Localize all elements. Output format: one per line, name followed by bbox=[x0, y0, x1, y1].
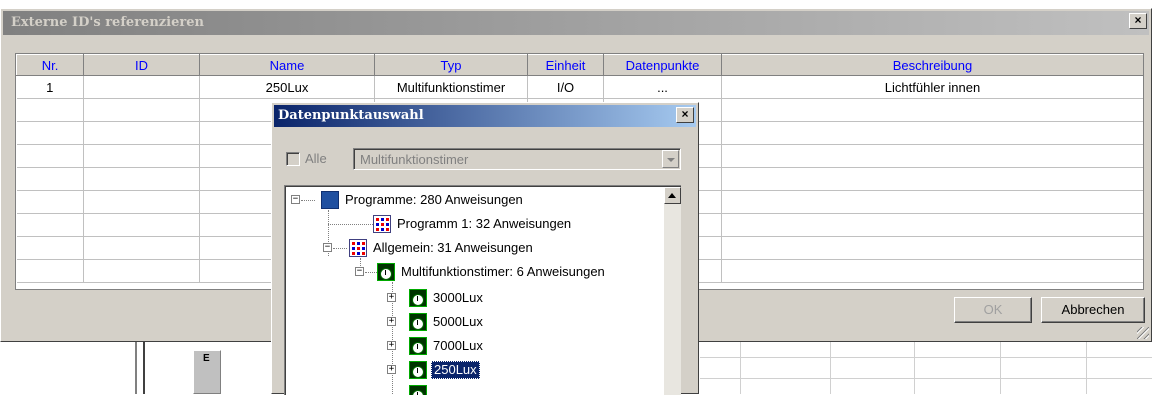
tree-connector bbox=[301, 200, 315, 201]
background-divider bbox=[143, 342, 145, 394]
timer-icon bbox=[377, 263, 395, 281]
resize-grip-icon[interactable] bbox=[1137, 327, 1149, 339]
datapoint-tree[interactable]: − Programme: 280 Anweisungen Programm 1:… bbox=[284, 185, 681, 395]
tree-node-label: Allgemein: 31 Anweisungen bbox=[373, 240, 533, 255]
column-header-einheit[interactable]: Einheit bbox=[527, 54, 604, 76]
type-select[interactable]: Multifunktionstimer bbox=[353, 148, 681, 170]
timer-icon bbox=[409, 313, 427, 331]
popup-close-button[interactable]: × bbox=[676, 107, 694, 123]
dialog-title: Externe ID's referenzieren bbox=[11, 15, 204, 30]
datapoint-selection-dialog: Datenpunktauswahl × Alle Multifunktionst… bbox=[271, 102, 699, 395]
popup-title-bar[interactable]: Datenpunktauswahl bbox=[274, 105, 696, 127]
tree-node-label: 5000Lux bbox=[433, 314, 483, 329]
timer-icon bbox=[409, 289, 427, 307]
timer-icon bbox=[409, 361, 427, 379]
close-icon: × bbox=[681, 107, 689, 121]
dialog-title-bar[interactable]: Externe ID's referenzieren bbox=[3, 11, 1149, 35]
timer-icon bbox=[409, 337, 427, 355]
column-header-name[interactable]: Name bbox=[199, 54, 375, 76]
tree-node-label: 250Lux bbox=[431, 361, 480, 379]
column-header-nr[interactable]: Nr. bbox=[16, 54, 84, 76]
column-header-id[interactable]: ID bbox=[83, 54, 200, 76]
chevron-down-icon[interactable] bbox=[662, 150, 679, 168]
background-grid-line bbox=[1086, 342, 1087, 394]
scroll-up-icon[interactable] bbox=[664, 187, 681, 204]
programs-icon bbox=[321, 191, 339, 209]
cell-typ[interactable]: Multifunktionstimer bbox=[374, 75, 528, 99]
tree-connector bbox=[365, 272, 377, 273]
collapse-icon[interactable]: − bbox=[355, 267, 364, 276]
ok-button[interactable]: OK bbox=[954, 297, 1032, 323]
close-button[interactable]: × bbox=[1129, 13, 1147, 29]
table-header-row: Nr. ID Name Typ Einheit Datenpunkte Besc… bbox=[16, 54, 1143, 76]
expand-icon[interactable]: + bbox=[387, 317, 396, 326]
popup-title: Datenpunktauswahl bbox=[278, 108, 424, 123]
background-grid-line bbox=[740, 342, 741, 394]
background-grid-line bbox=[830, 342, 831, 394]
expand-icon[interactable]: + bbox=[387, 341, 396, 350]
collapse-icon[interactable]: − bbox=[291, 195, 300, 204]
background-grid-line bbox=[914, 342, 915, 394]
program-icon bbox=[373, 215, 391, 233]
type-select-value: Multifunktionstimer bbox=[360, 152, 469, 167]
tree-node-label: Multifunktionstimer: 6 Anweisungen bbox=[401, 264, 605, 279]
cell-nr[interactable]: 1 bbox=[16, 75, 84, 99]
cell-einheit[interactable]: I/O bbox=[527, 75, 604, 99]
background-grid-line bbox=[1000, 342, 1001, 394]
tree-connector bbox=[328, 224, 373, 225]
tree-node-label: Programm 1: 32 Anweisungen bbox=[397, 216, 572, 231]
background-grid-line bbox=[700, 378, 1152, 379]
tree-scrollbar[interactable] bbox=[664, 187, 681, 395]
expand-icon[interactable]: + bbox=[387, 365, 396, 374]
cell-datenpunkte[interactable]: ... bbox=[603, 75, 722, 99]
cell-beschreibung[interactable]: Lichtfühler innen bbox=[721, 75, 1143, 99]
tree-node-label: 3000Lux bbox=[433, 290, 483, 305]
collapse-icon[interactable]: − bbox=[323, 243, 332, 252]
column-header-typ[interactable]: Typ bbox=[374, 54, 528, 76]
table-row[interactable]: 1 250Lux Multifunktionstimer I/O ... Lic… bbox=[16, 75, 1143, 99]
program-icon bbox=[349, 239, 367, 257]
cancel-button[interactable]: Abbrechen bbox=[1041, 297, 1145, 323]
cell-name[interactable]: 250Lux bbox=[199, 75, 375, 99]
expand-icon[interactable]: + bbox=[387, 293, 396, 302]
alle-checkbox[interactable] bbox=[286, 152, 300, 166]
tree-connector bbox=[333, 248, 347, 249]
close-icon: × bbox=[1134, 13, 1142, 27]
alle-label: Alle bbox=[305, 151, 327, 166]
background-tab[interactable]: E bbox=[193, 350, 221, 394]
tree-node-label: Programme: 280 Anweisungen bbox=[345, 192, 523, 207]
column-header-beschreibung[interactable]: Beschreibung bbox=[721, 54, 1143, 76]
cell-id[interactable] bbox=[83, 75, 200, 99]
tree-node-label: 7000Lux bbox=[433, 338, 483, 353]
column-header-datenpunkte[interactable]: Datenpunkte bbox=[603, 54, 722, 76]
background-tab-label: E bbox=[203, 353, 210, 364]
background-grid-line bbox=[700, 357, 1152, 358]
